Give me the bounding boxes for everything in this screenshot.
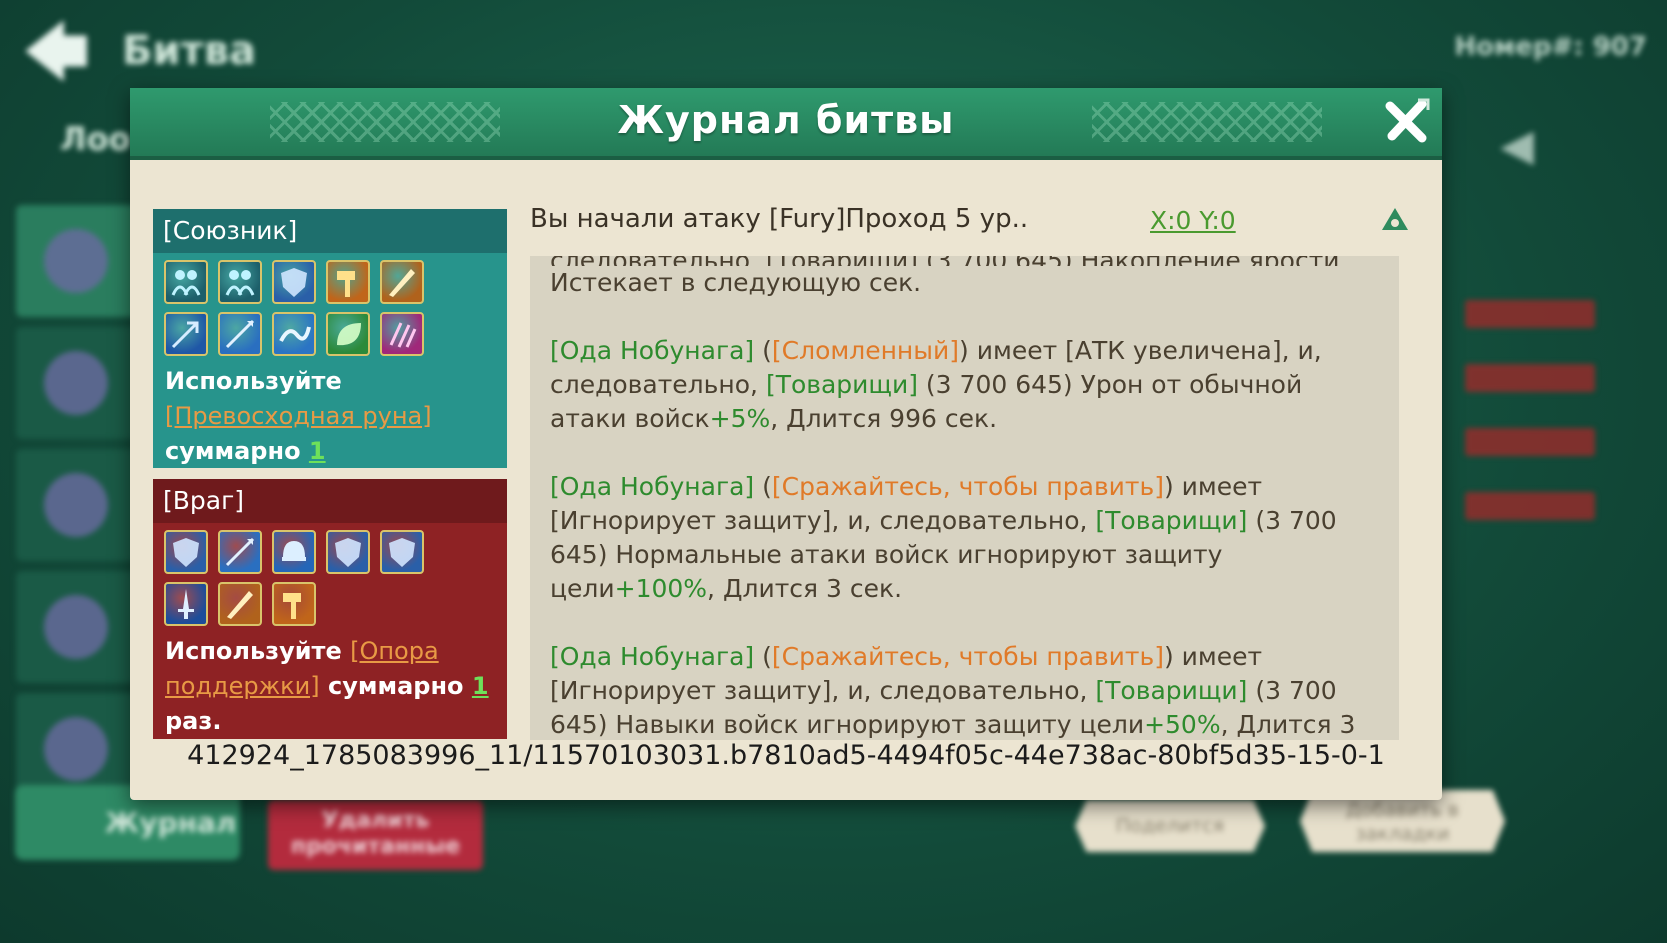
ally-rune-link[interactable]: [Превосходная руна] [165,402,432,430]
claw-icon[interactable] [380,312,424,356]
shield-icon[interactable] [380,530,424,574]
log-entry: [Ода Нобунага] ([Сломленный]) имеет [АТК… [550,334,1379,436]
modal-header: Журнал битвы [130,88,1442,160]
target-name: [Товарищи] [765,370,918,399]
enemy-skill-grid [153,523,507,626]
battle-log-modal: Журнал битвы [Союзник] Используйте [Прев… [130,88,1442,800]
enemy-usage-text: Используйте [Опора поддержки] суммарно 1… [153,626,507,739]
stat-bar [1465,364,1595,392]
arrow-icon[interactable] [164,312,208,356]
report-list [16,205,136,815]
stat-bars [1465,300,1595,556]
log-entry: [Ода Нобунага] ([Сражайтесь, чтобы прави… [550,640,1379,740]
spear-icon[interactable] [218,312,262,356]
sword-icon[interactable] [164,582,208,626]
report-item[interactable] [16,205,136,317]
battle-id: 412924_1785083996_11/11570103031.b7810ad… [187,740,1385,771]
text: , Длится 996 сек. [770,404,998,433]
speaker-icon[interactable]: ◀ [1500,120,1550,171]
skill-name: [Сражайтесь, чтобы править] [771,642,1164,671]
effect-value: +100% [614,574,708,603]
use-prefix: Используйте [165,637,351,665]
stat-bar [1465,300,1595,328]
use-prefix: Используйте [165,367,342,395]
skill-name: [Сломленный] [771,336,960,365]
log-entry: Истекает в следующую сек. [550,266,1379,300]
shield-icon[interactable] [326,530,370,574]
helmet-icon[interactable] [272,530,316,574]
log-cut-line: следовательно, [Товарищи] (3 700 645) На… [550,256,1379,266]
commander-name: [Ода Нобунага] [550,336,755,365]
spear-icon[interactable] [218,530,262,574]
blade-icon[interactable] [218,582,262,626]
target-name: [Товарищи] [1095,506,1248,535]
text: ( [754,472,772,501]
shield-icon[interactable] [164,530,208,574]
blade-icon[interactable] [380,260,424,304]
close-icon[interactable] [1382,96,1432,146]
ally-label: [Союзник] [153,209,507,253]
target-name: [Товарищи] [1095,676,1248,705]
shield-icon[interactable] [272,260,316,304]
ally-skill-grid [153,253,507,356]
report-item[interactable] [16,449,136,561]
screen-title: Битва [122,28,257,74]
enemy-panel: [Враг] Используйте [Опора поддержки] сум… [153,479,507,739]
crossed-swords-icon [44,717,108,781]
sum-text: суммарно [319,672,472,700]
ally-panel: [Союзник] Используйте [Превосходная руна… [153,209,507,500]
coords-link[interactable]: X:0 Y:0 [1150,206,1236,235]
sum-text: суммарно [165,437,309,465]
times-text: раз. [165,707,222,735]
report-id: Номер#: 907 [1454,32,1647,62]
side-label: Лоо [60,120,131,158]
commander-name: [Ода Нобунага] [550,472,755,501]
stat-bar [1465,428,1595,456]
text: ( [754,642,772,671]
effect-value: +50% [1144,710,1221,739]
skill-name: [Сражайтесь, чтобы править] [771,472,1164,501]
crossed-swords-icon [44,229,108,293]
log-header: Вы начали атаку [Fury]Проход 5 ур.. X:0 … [530,202,1408,240]
delete-read-button[interactable]: Удалить прочитанные [268,800,483,870]
enemy-count-link[interactable]: 1 [472,672,489,700]
stat-bar [1465,492,1595,520]
modal-title: Журнал битвы [617,98,955,142]
scroll-up-icon[interactable] [1380,206,1410,234]
report-item[interactable] [16,327,136,439]
troops-icon[interactable] [164,260,208,304]
share-button[interactable]: Поделится [1075,800,1265,852]
leaf-icon[interactable] [326,312,370,356]
log-scroll-area[interactable]: следовательно, [Товарищи] (3 700 645) На… [530,256,1399,740]
report-item[interactable] [16,571,136,683]
log-entry: [Ода Нобунага] ([Сражайтесь, чтобы прави… [550,470,1379,606]
enemy-label: [Враг] [153,479,507,523]
troops-icon[interactable] [218,260,262,304]
wave-icon[interactable] [272,312,316,356]
hammer-icon[interactable] [272,582,316,626]
back-arrow-icon[interactable]: 🡄 [22,18,102,88]
crossed-swords-icon [44,351,108,415]
log-title: Вы начали атаку [Fury]Проход 5 ур.. [530,204,1029,234]
ally-count-link[interactable]: 1 [309,437,326,465]
expire-line: Истекает в следующую сек. [550,268,922,297]
text: ( [754,336,772,365]
crossed-swords-icon [44,595,108,659]
hammer-icon[interactable] [326,260,370,304]
effect-value: +5% [709,404,771,433]
text: , Длится 3 сек. [707,574,903,603]
commander-name: [Ода Нобунага] [550,642,755,671]
crossed-swords-icon [44,473,108,537]
